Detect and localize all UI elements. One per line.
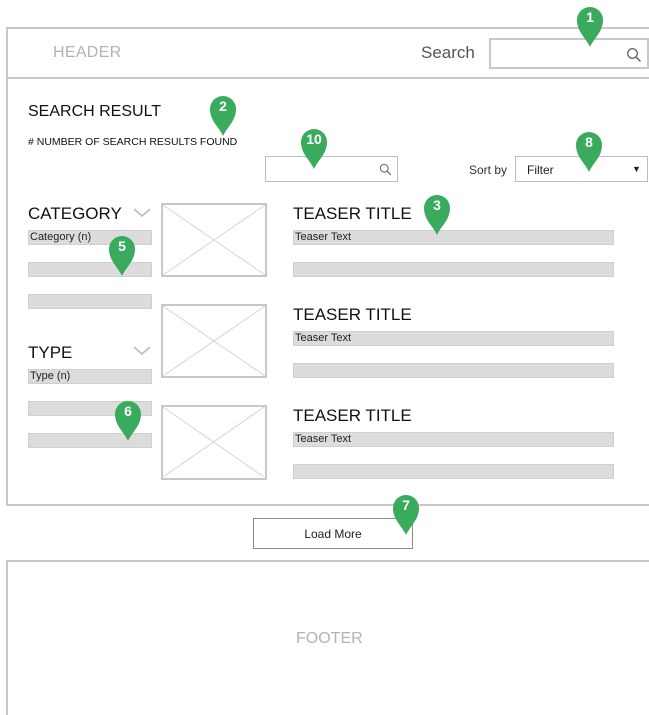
teaser-image-placeholder[interactable]	[161, 203, 267, 277]
teaser-text-placeholder	[293, 262, 614, 277]
image-placeholder-icon	[163, 306, 265, 376]
facet-title-type: TYPE	[28, 343, 73, 362]
image-placeholder-icon	[163, 205, 265, 275]
search-icon	[627, 48, 642, 63]
annotation-marker-number: 6	[124, 403, 132, 419]
teaser-text: Teaser Text	[293, 432, 614, 447]
chevron-down-icon[interactable]	[132, 207, 152, 219]
teaser-text-placeholder	[293, 363, 614, 378]
page-title: SEARCH RESULT	[28, 103, 162, 120]
annotation-marker-number: 7	[402, 497, 410, 513]
search-icon	[379, 163, 392, 176]
search-label: Search	[421, 43, 475, 62]
footer-label: FOOTER	[296, 630, 363, 647]
result-count: # NUMBER OF SEARCH RESULTS FOUND	[28, 136, 238, 148]
annotation-marker-icon: 10	[299, 127, 329, 171]
facet-item-placeholder[interactable]	[28, 294, 152, 309]
teaser-text: Teaser Text	[293, 230, 614, 245]
teaser-text-placeholder	[293, 464, 614, 479]
facet-item-type[interactable]: Type (n)	[28, 369, 152, 384]
image-placeholder-icon	[163, 407, 264, 477]
header-search-input[interactable]	[489, 38, 649, 69]
annotation-marker-icon: 2	[208, 94, 238, 138]
facet-title-category: CATEGORY	[28, 204, 122, 223]
chevron-down-icon: ▼	[632, 164, 641, 174]
annotation-marker-number: 8	[585, 134, 593, 150]
teaser-title[interactable]: TEASER TITLE	[293, 406, 412, 426]
annotation-marker-number: 3	[433, 197, 441, 213]
annotation-marker-number: 1	[586, 9, 594, 25]
teaser-title[interactable]: TEASER TITLE	[293, 204, 412, 224]
teaser-title[interactable]: TEASER TITLE	[293, 305, 412, 325]
annotation-marker-icon: 8	[574, 130, 604, 174]
annotation-marker-icon: 7	[391, 493, 421, 537]
chevron-down-icon[interactable]	[132, 345, 152, 357]
header-label: HEADER	[53, 44, 122, 61]
annotation-marker-icon: 6	[113, 399, 143, 443]
annotation-marker-icon: 3	[422, 193, 452, 237]
load-more-button[interactable]: Load More	[253, 518, 413, 549]
annotation-marker-number: 5	[118, 238, 126, 254]
annotation-marker-icon: 5	[107, 234, 137, 278]
annotation-marker-icon: 1	[575, 5, 605, 49]
teaser-image-placeholder[interactable]	[161, 405, 267, 480]
sort-label: Sort by	[469, 163, 508, 177]
annotation-marker-number: 2	[219, 98, 227, 114]
annotation-marker-number: 10	[306, 131, 322, 147]
sort-select-value: Filter	[527, 163, 554, 177]
result-search-input[interactable]	[265, 156, 398, 182]
teaser-text: Teaser Text	[293, 331, 614, 346]
teaser-image-placeholder[interactable]	[161, 304, 267, 378]
